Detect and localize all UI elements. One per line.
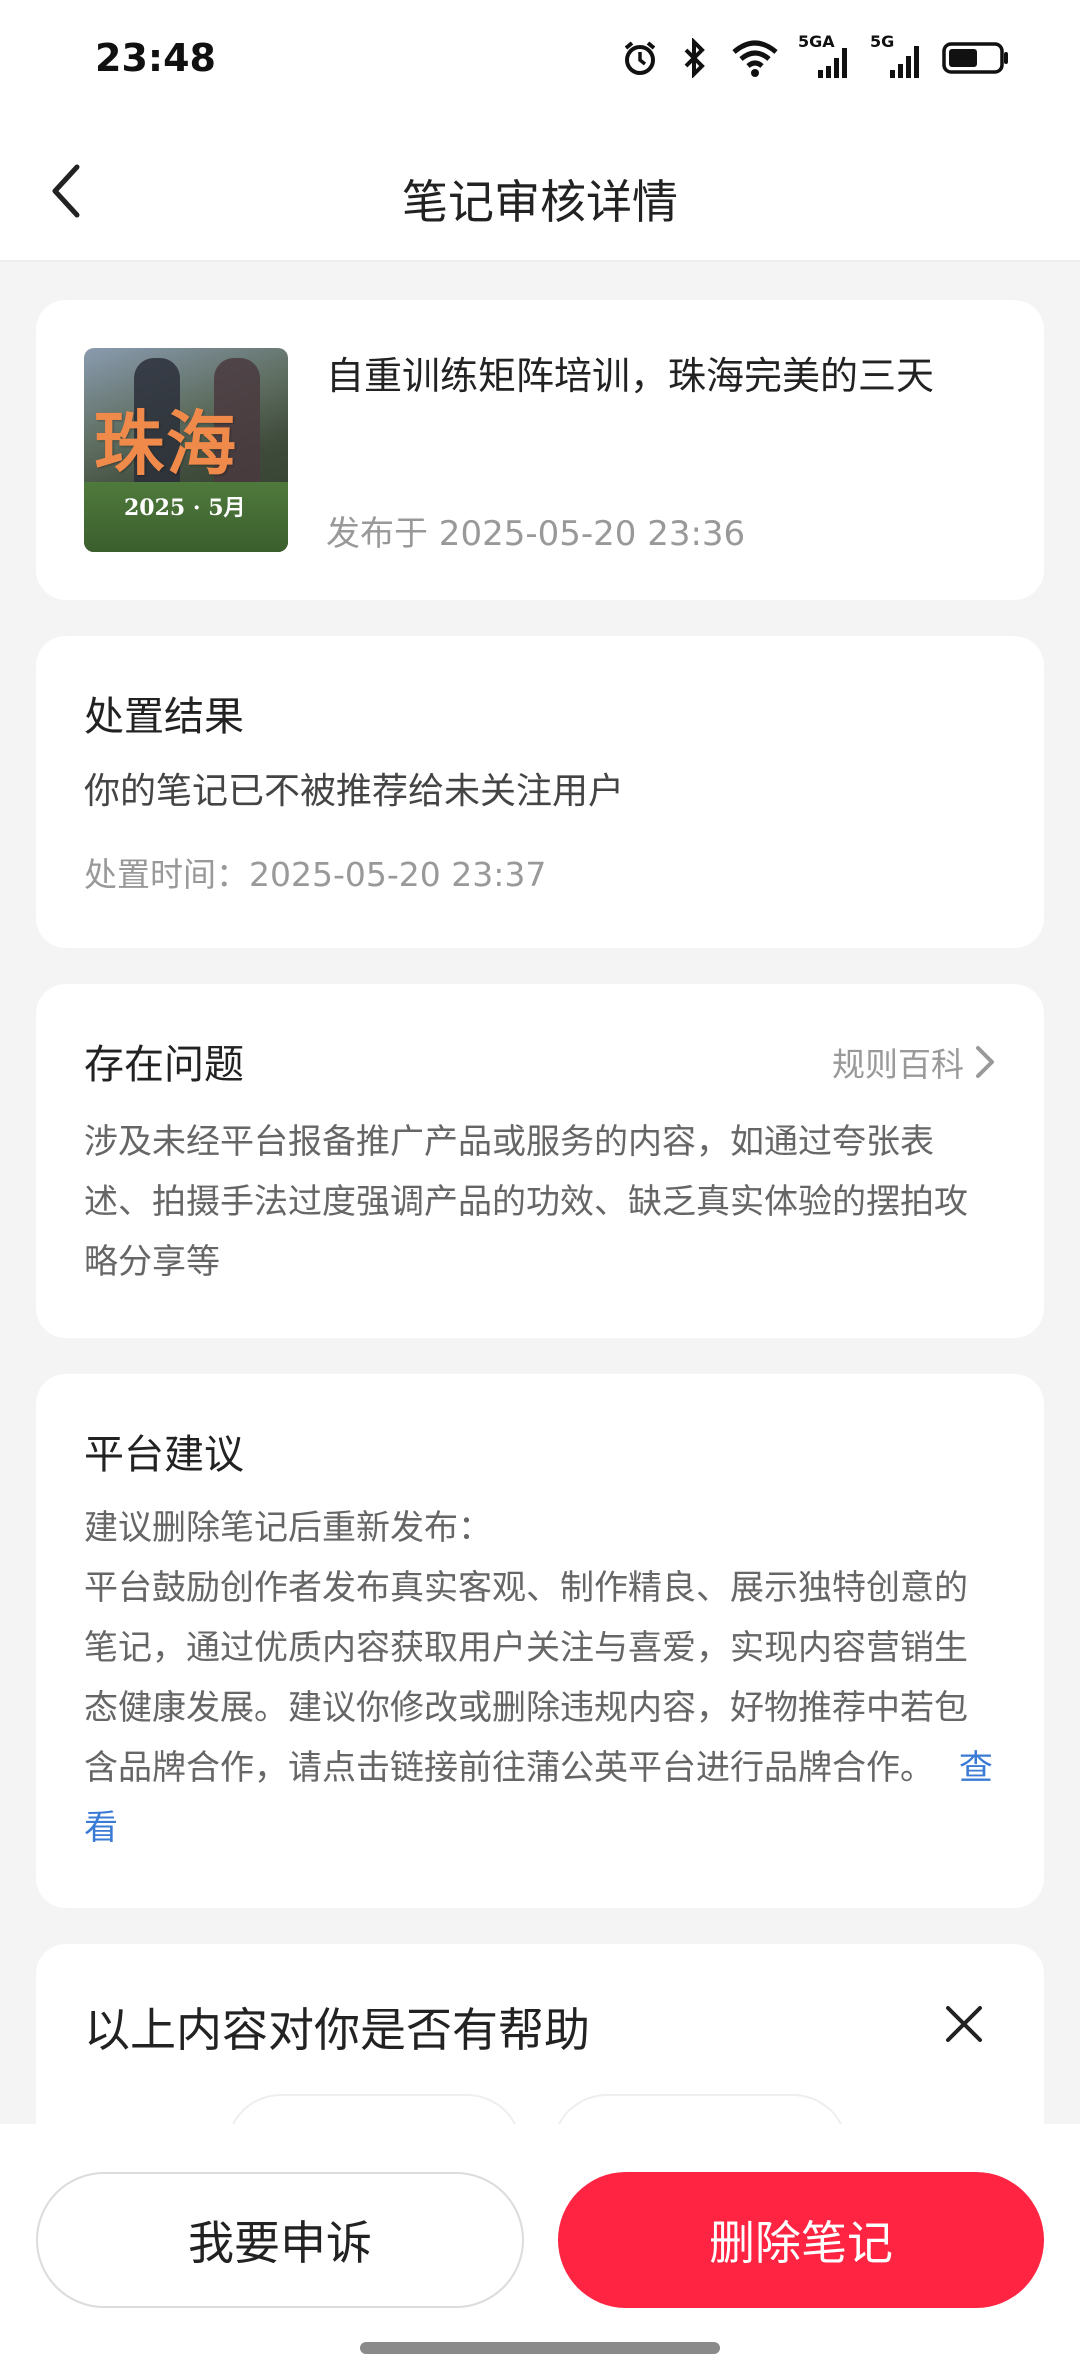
advice-body: 平台鼓励创作者发布真实客观、制作精良、展示独特创意的笔记，通过优质内容获取用户关… [84,1568,968,1788]
thumbnail-date: 2025 · 5月 [124,495,246,521]
advice-card: 平台建议 建议删除笔记后重新发布： 平台鼓励创作者发布真实客观、制作精良、展示独… [36,1374,1044,1908]
rule-wiki-link[interactable]: 规则百科 [832,1038,996,1086]
nav-bar: 笔记审核详情 [0,120,1080,262]
appeal-button[interactable]: 我要申诉 [36,2172,524,2308]
result-heading: 处置结果 [84,694,244,740]
note-publish-date: 发布于 2025-05-20 23:36 [326,514,746,554]
bottom-action-bar: 我要申诉 删除笔记 [0,2124,1080,2374]
status-time: 23:48 [95,36,216,80]
bluetooth-icon [678,38,712,78]
network-label: 5G [870,32,895,51]
signal-5g-icon: 5G [870,32,924,80]
status-icons: 5GA 5G [620,32,1010,82]
issue-heading: 存在问题 [84,1042,244,1088]
result-time: 处置时间：2025-05-20 23:37 [84,855,547,894]
page-title: 笔记审核详情 [402,175,678,229]
thumbnail-title: 珠海 [94,402,238,485]
rule-wiki-label: 规则百科 [832,1045,964,1084]
note-thumbnail: 珠海 2025 · 5月 [84,348,288,552]
advice-heading: 平台建议 [84,1432,244,1478]
close-icon [946,2006,982,2042]
battery-icon [942,40,1010,76]
close-button[interactable] [936,1996,992,2052]
delete-note-button[interactable]: 删除笔记 [558,2172,1044,2308]
issue-card: 存在问题 规则百科 涉及未经平台报备推广产品或服务的内容，如通过夸张表述、拍摄手… [36,984,1044,1338]
network-label: 5GA [798,32,835,51]
feedback-question: 以上内容对你是否有帮助 [84,2003,590,2057]
status-bar: 23:48 5GA 5G [0,0,1080,120]
signal-5ga-icon: 5GA [798,32,852,80]
result-card: 处置结果 你的笔记已不被推荐给未关注用户 处置时间：2025-05-20 23:… [36,636,1044,948]
result-text: 你的笔记已不被推荐给未关注用户 [84,771,625,812]
wifi-icon [730,38,780,78]
issue-text: 涉及未经平台报备推广产品或服务的内容，如通过夸张表述、拍摄手法过度强调产品的功效… [84,1122,968,1282]
home-indicator[interactable] [360,2342,720,2354]
advice-line1: 建议删除笔记后重新发布： [84,1508,492,1548]
note-title: 自重训练矩阵培训，珠海完美的三天 [326,354,935,398]
alarm-icon [620,38,660,78]
note-card[interactable]: 珠海 2025 · 5月 自重训练矩阵培训，珠海完美的三天 发布于 2025-0… [36,300,1044,600]
chevron-right-icon [976,1046,994,1078]
advice-text: 建议删除笔记后重新发布： 平台鼓励创作者发布真实客观、制作精良、展示独特创意的笔… [84,1498,996,1858]
